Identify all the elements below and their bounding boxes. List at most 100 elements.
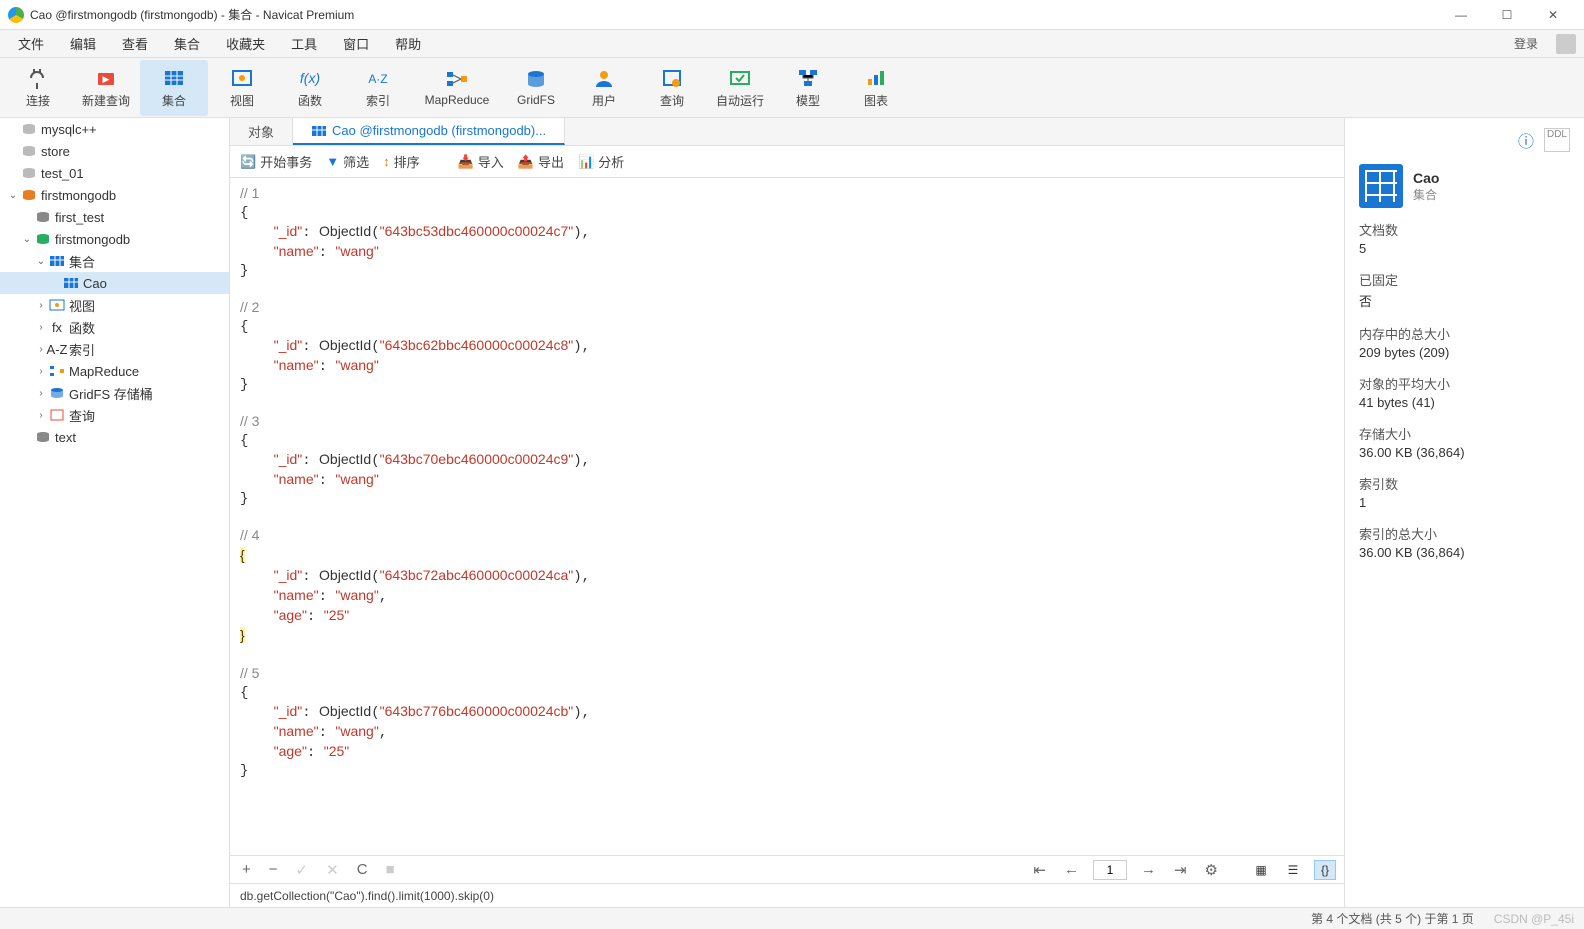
menu-集合[interactable]: 集合 [164, 30, 210, 57]
info-icon[interactable]: ⓘ [1518, 128, 1534, 152]
toolbar-索引[interactable]: A·Z索引 [344, 60, 412, 116]
db-off-icon [20, 143, 38, 159]
main-toolbar: 连接▶新建查询集合视图f(x)函数A·Z索引MapReduceGridFS用户查… [0, 58, 1584, 118]
menu-收藏夹[interactable]: 收藏夹 [216, 30, 275, 57]
toolbar-新建查询[interactable]: ▶新建查询 [72, 60, 140, 116]
stat-value: 209 bytes (209) [1359, 345, 1570, 360]
toolbar-集合[interactable]: 集合 [140, 60, 208, 116]
tree-视图[interactable]: › 视图 [0, 294, 229, 316]
stat-label: 存储大小 [1359, 424, 1570, 443]
stat-label: 对象的平均大小 [1359, 374, 1570, 393]
mapreduce-icon [443, 68, 471, 90]
toggle-icon[interactable]: › [34, 366, 48, 377]
filter-button[interactable]: ▼筛选 [326, 152, 369, 171]
fx-icon: f(x) [296, 67, 324, 89]
add-row-button[interactable]: + [238, 861, 255, 878]
toolbar-MapReduce[interactable]: MapReduce [412, 60, 502, 116]
toggle-icon[interactable]: ⌄ [6, 190, 20, 201]
toolbar-查询[interactable]: 查询 [638, 60, 706, 116]
menu-窗口[interactable]: 窗口 [333, 30, 379, 57]
tree-view-button[interactable]: ☰ [1282, 860, 1304, 880]
export-button[interactable]: 📤导出 [518, 152, 564, 171]
db-gray-icon [34, 209, 52, 225]
toggle-icon[interactable]: › [34, 388, 48, 399]
db-on-icon [20, 187, 38, 203]
tree-label: firstmongodb [41, 188, 116, 203]
toolbar-图表[interactable]: 图表 [842, 60, 910, 116]
ddl-icon[interactable]: DDL [1544, 128, 1570, 152]
login-link[interactable]: 登录 [1506, 31, 1546, 56]
delete-row-button[interactable]: − [265, 861, 282, 878]
toolbar-自动运行[interactable]: 自动运行 [706, 60, 774, 116]
start-transaction-button[interactable]: 🔄开始事务 [240, 152, 312, 171]
toggle-icon[interactable]: ⌄ [20, 234, 34, 245]
stat-label: 已固定 [1359, 270, 1570, 289]
sort-button[interactable]: ↕排序 [383, 152, 420, 171]
tree-mysqlc++[interactable]: mysqlc++ [0, 118, 229, 140]
tree-集合[interactable]: ⌄集合 [0, 250, 229, 272]
table-icon [160, 67, 188, 89]
app-icon [8, 7, 24, 23]
toggle-icon[interactable]: › [34, 300, 48, 311]
settings-button[interactable]: ⚙ [1201, 861, 1222, 879]
refresh-button[interactable]: C [353, 861, 372, 878]
toggle-icon[interactable]: ⌄ [34, 256, 48, 267]
tab-Cao @firstmongodb (firstmongodb)...[interactable]: Cao @firstmongodb (firstmongodb)... [293, 118, 565, 145]
auto-icon [726, 67, 754, 89]
tree-函数[interactable]: ›fx函数 [0, 316, 229, 338]
cancel-button[interactable]: ✕ [322, 861, 343, 879]
menu-查看[interactable]: 查看 [112, 30, 158, 57]
tree-test_01[interactable]: test_01 [0, 162, 229, 184]
toolbar-函数[interactable]: f(x)函数 [276, 60, 344, 116]
toolbar-用户[interactable]: 用户 [570, 60, 638, 116]
tree-MapReduce[interactable]: ›MapReduce [0, 360, 229, 382]
toolbar-连接[interactable]: 连接 [4, 60, 72, 116]
page-input[interactable] [1093, 860, 1127, 880]
next-page-button[interactable]: → [1137, 861, 1160, 878]
json-view-button[interactable]: {} [1314, 860, 1336, 880]
menu-编辑[interactable]: 编辑 [60, 30, 106, 57]
tree-查询[interactable]: › 查询 [0, 404, 229, 426]
tree-firstmongodb[interactable]: ⌄ firstmongodb [0, 184, 229, 206]
first-page-button[interactable]: ⇤ [1029, 861, 1050, 879]
tree-first_test[interactable]: first_test [0, 206, 229, 228]
tree-text[interactable]: text [0, 426, 229, 448]
close-button[interactable]: ✕ [1530, 0, 1576, 30]
minimize-button[interactable]: — [1438, 0, 1484, 30]
menu-工具[interactable]: 工具 [281, 30, 327, 57]
tree-label: Cao [83, 276, 107, 291]
toolbar-GridFS[interactable]: GridFS [502, 60, 570, 116]
maximize-button[interactable]: ☐ [1484, 0, 1530, 30]
tree-索引[interactable]: ›A-Z索引 [0, 338, 229, 360]
tab-对象[interactable]: 对象 [230, 118, 293, 145]
menu-文件[interactable]: 文件 [8, 30, 54, 57]
prev-page-button[interactable]: ← [1060, 861, 1083, 878]
toggle-icon[interactable]: › [34, 410, 48, 421]
last-page-button[interactable]: ⇥ [1170, 861, 1191, 879]
analyze-button[interactable]: 📊分析 [578, 152, 624, 171]
collection-icon [1359, 164, 1403, 208]
tree-store[interactable]: store [0, 140, 229, 162]
toggle-icon[interactable]: › [34, 322, 48, 333]
sub-toolbar: 🔄开始事务 ▼筛选 ↕排序 📥导入 📤导出 📊分析 [230, 146, 1344, 178]
tree-GridFS 存储桶[interactable]: ›GridFS 存储桶 [0, 382, 229, 404]
toolbar-模型[interactable]: 模型 [774, 60, 842, 116]
info-panel: ⓘ DDL Cao 集合 文档数5已固定否内存中的总大小209 bytes (2… [1344, 118, 1584, 907]
apply-button[interactable]: ✓ [292, 861, 313, 879]
menu-帮助[interactable]: 帮助 [385, 30, 431, 57]
tree-label: 视图 [69, 296, 95, 315]
model-icon [794, 67, 822, 89]
tree-firstmongodb[interactable]: ⌄ firstmongodb [0, 228, 229, 250]
toolbar-视图[interactable]: 视图 [208, 60, 276, 116]
tree-Cao[interactable]: Cao [0, 272, 229, 294]
sidebar-tree[interactable]: mysqlc++storetest_01 ⌄ firstmongodb first_t… [0, 118, 230, 907]
import-button[interactable]: 📥导入 [458, 152, 504, 171]
tree-label: firstmongodb [55, 232, 130, 247]
avatar-icon[interactable] [1556, 34, 1576, 54]
tree-label: 查询 [69, 406, 95, 425]
view-icon [228, 67, 256, 89]
grid-view-button[interactable]: ▦ [1250, 860, 1272, 880]
stop-button[interactable]: ■ [382, 861, 399, 878]
json-editor[interactable]: // 1 { "_id": ObjectId("643bc53dbc460000… [230, 178, 1344, 855]
chart-icon [862, 67, 890, 89]
